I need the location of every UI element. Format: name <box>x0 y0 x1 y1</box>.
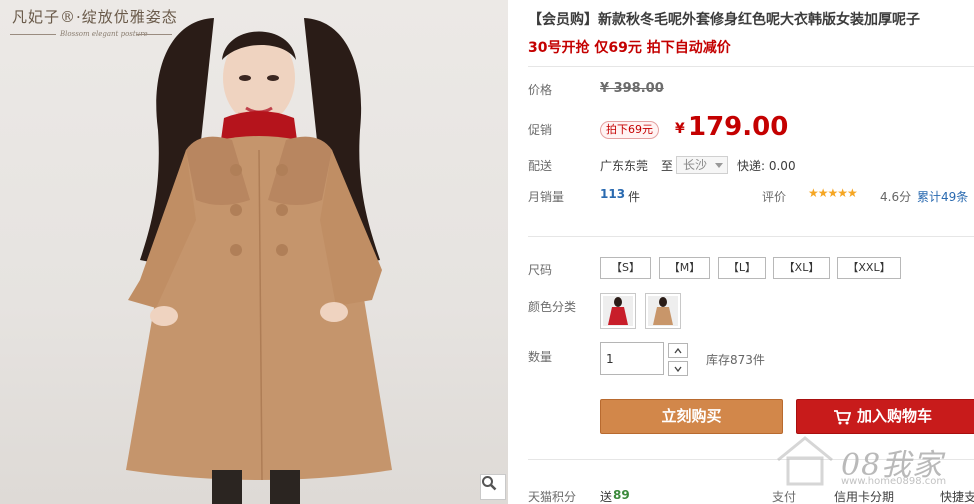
zoom-button[interactable] <box>480 474 506 500</box>
shipping-to-word: 至 <box>661 159 674 173</box>
original-price: ¥ 398.00 <box>600 81 664 96</box>
chevron-down-icon <box>674 366 682 372</box>
color-label: 颜色分类 <box>528 300 577 314</box>
credit-card-installment: 信用卡分期 <box>834 490 895 504</box>
shipping-from: 广东东莞 <box>600 159 649 173</box>
size-option-l[interactable]: 【L】 <box>718 257 766 279</box>
brand-tagline: Blossom elegant posture <box>60 30 148 38</box>
express-pay: 快捷支 <box>940 490 974 504</box>
brand-divider <box>136 34 172 35</box>
house-watermark-icon <box>777 436 833 486</box>
camel-coat-thumbnail <box>648 296 678 326</box>
promo-price: 179.00 <box>688 112 789 142</box>
brand-logo: 凡妃子®·绽放优雅姿态 <box>12 8 178 26</box>
product-detail-panel: 【会员购】新款秋冬毛呢外套修身红色呢大衣韩版女装加厚呢子 30号开抢 仅69元 … <box>528 0 974 504</box>
stock-info: 库存873件 <box>706 353 765 367</box>
size-option-xl[interactable]: 【XL】 <box>773 257 830 279</box>
divider <box>528 236 974 237</box>
magnifier-icon <box>482 476 497 491</box>
star-rating: ★★★★★ <box>808 186 858 200</box>
quantity-input[interactable] <box>600 342 664 375</box>
shipping-label: 配送 <box>528 159 553 173</box>
size-label: 尺码 <box>528 263 553 277</box>
product-title: 【会员购】新款秋冬毛呢外套修身红色呢大衣韩版女装加厚呢子 <box>528 12 920 28</box>
review-count-link[interactable]: 累计49条 <box>917 188 968 205</box>
size-option-xxl[interactable]: 【XXL】 <box>837 257 901 279</box>
quantity-label: 数量 <box>528 350 553 364</box>
brand-slogan: 绽放优雅姿态 <box>81 8 178 26</box>
promo-currency: ¥ <box>675 121 685 137</box>
city-value: 长沙 <box>683 158 708 172</box>
color-swatch-camel[interactable] <box>645 293 681 329</box>
size-option-s[interactable]: 【S】 <box>600 257 651 279</box>
add-to-cart-button[interactable]: 加入购物车 <box>796 399 974 434</box>
shipping-fee: 快递: 0.00 <box>737 159 796 173</box>
product-subtitle: 30号开抢 仅69元 拍下自动减价 <box>528 40 731 56</box>
quantity-decrease-button[interactable] <box>668 361 688 376</box>
sales-label: 月销量 <box>528 190 565 204</box>
buy-now-button[interactable]: 立刻购买 <box>600 399 783 434</box>
pay-label: 支付 <box>772 490 797 504</box>
add-to-cart-label: 加入购物车 <box>857 407 933 425</box>
rating-score: 4.6分 <box>880 190 912 204</box>
size-option-m[interactable]: 【M】 <box>659 257 710 279</box>
divider <box>528 66 974 67</box>
red-coat-thumbnail <box>603 296 633 326</box>
sales-unit: 件 <box>628 190 641 204</box>
points-value: 89 <box>613 488 630 502</box>
city-select[interactable]: 长沙 <box>676 156 728 174</box>
brand-name: 凡妃子 <box>12 8 61 26</box>
promo-label: 促销 <box>528 123 553 137</box>
cart-icon <box>834 410 851 425</box>
sales-count: 113 <box>600 187 626 201</box>
color-swatch-red[interactable] <box>600 293 636 329</box>
brand-divider <box>10 34 56 35</box>
chevron-up-icon <box>674 347 682 353</box>
points-prefix: 送 <box>600 490 613 504</box>
quantity-increase-button[interactable] <box>668 343 688 358</box>
points-label: 天猫积分 <box>528 490 577 504</box>
watermark-url: www.home0898.com <box>841 476 947 487</box>
model-illustration <box>126 18 392 504</box>
product-image[interactable]: 凡妃子®·绽放优雅姿态 Blossom elegant posture <box>0 0 508 504</box>
chevron-down-icon <box>715 163 723 168</box>
rating-label: 评价 <box>762 190 787 204</box>
promo-tag: 拍下69元 <box>600 121 659 139</box>
price-label: 价格 <box>528 83 553 97</box>
